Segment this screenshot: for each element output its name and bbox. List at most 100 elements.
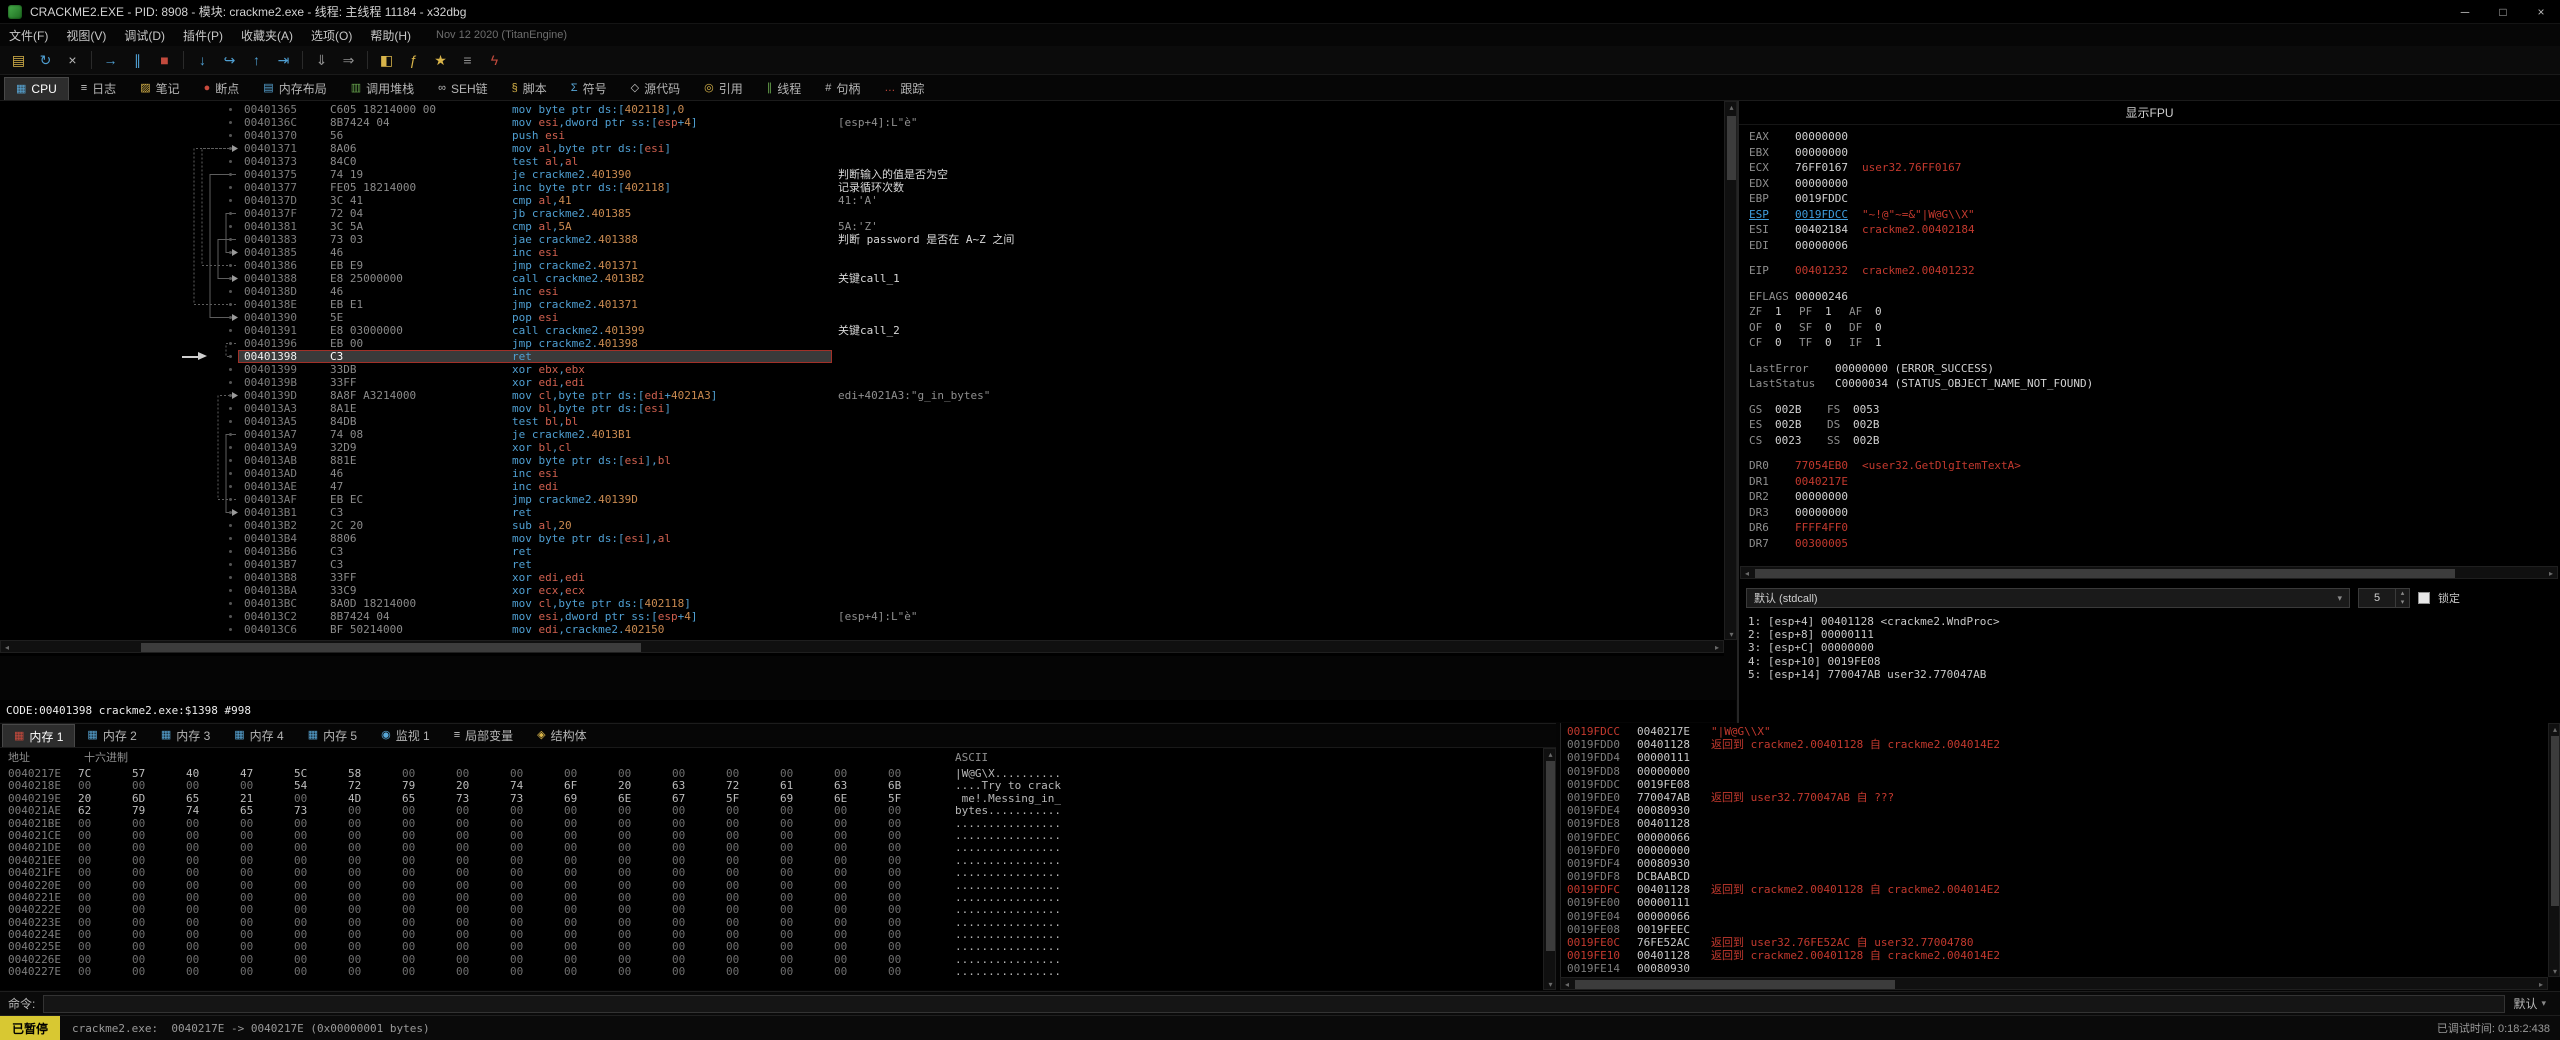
- register-row[interactable]: CF 0 TF 0 IF 1: [1749, 335, 2554, 351]
- disasm-row[interactable]: 00401370 56 push esi: [0, 129, 1724, 142]
- stack-row[interactable]: 0019FDD4 00000111: [1561, 751, 2548, 764]
- tab-memory-map[interactable]: ▤ 内存布局: [251, 77, 338, 100]
- disasm-row[interactable]: 004013C2 8B7424 04 mov esi,dword ptr ss:[e…: [0, 610, 1724, 623]
- disasm-row[interactable]: 00401365 C605 18214000 00 mov byte ptr ds:…: [0, 103, 1724, 116]
- register-row[interactable]: ECX 76FF0167 user32.76FF0167: [1749, 160, 2554, 176]
- pause-icon[interactable]: ∥: [125, 49, 150, 72]
- scrollbar-thumb[interactable]: [1575, 980, 1895, 989]
- disasm-row[interactable]: 0040139B 33FF xor edi,edi: [0, 376, 1724, 389]
- favourites-icon[interactable]: ★: [428, 49, 453, 72]
- stack-arg-row[interactable]: 5: [esp+14] 770047AB user32.770047AB: [1748, 668, 2554, 681]
- disasm-row[interactable]: 004013B8 33FF xor edi,edi: [0, 571, 1724, 584]
- tab-memory-2[interactable]: ▦ 内存 2: [75, 724, 148, 747]
- trace-into-icon[interactable]: ⇓: [309, 49, 334, 72]
- tab-handles[interactable]: # 句柄: [813, 77, 872, 100]
- calling-convention-select[interactable]: 默认 (stdcall) ▾: [1746, 588, 2350, 608]
- menu-item-3[interactable]: 插件(P): [174, 24, 232, 47]
- register-row[interactable]: DR1 0040217E: [1749, 474, 2554, 490]
- disasm-row[interactable]: 004013B6 C3 ret: [0, 545, 1724, 558]
- tab-cpu[interactable]: ▦ CPU: [4, 77, 69, 100]
- stack-row[interactable]: 0019FDF8 DCBAABCD: [1561, 870, 2548, 883]
- maximize-button[interactable]: □: [2484, 0, 2522, 23]
- dump-row[interactable]: 0040221E 00 00 00 00 00 00 00 00 00 00 00 00 00 00 00 00…: [0, 891, 1543, 904]
- register-row[interactable]: LastStatus C0000034 (STATUS_OBJECT_NAME_N…: [1749, 376, 2554, 392]
- disassembly-hscrollbar[interactable]: ◂ ▸: [0, 640, 1724, 653]
- dump-row[interactable]: 004021FE 00 00 00 00 00 00 00 00 00 00 00 00 00 00 00 00…: [0, 866, 1543, 879]
- disasm-row[interactable]: 004013B1 C3 ret: [0, 506, 1724, 519]
- register-row[interactable]: ZF 1 PF 1 AF 0: [1749, 304, 2554, 320]
- stack-row[interactable]: 0019FE08 0019FEEC: [1561, 923, 2548, 936]
- stack-row[interactable]: 0019FE0C 76FE52AC 返回到 user32.76FE52AC 自 us…: [1561, 936, 2548, 949]
- disasm-row[interactable]: 00401371 8A06 mov al,byte ptr ds:[esi]: [0, 142, 1724, 155]
- stack-vscrollbar[interactable]: ▴ ▾: [2548, 723, 2560, 977]
- stack-row[interactable]: 0019FE14 00080930: [1561, 962, 2548, 975]
- stack-row[interactable]: 0019FE10 00401128 返回到 crackme2.00401128 自 …: [1561, 949, 2548, 962]
- dump-row[interactable]: 004021CE 00 00 00 00 00 00 00 00 00 00 00 00 00 00 00 00…: [0, 829, 1543, 842]
- scrollbar-thumb[interactable]: [141, 643, 641, 652]
- tab-threads[interactable]: ∥ 线程: [755, 77, 814, 100]
- step-out-icon[interactable]: ↑: [244, 49, 269, 72]
- register-row[interactable]: DR3 00000000: [1749, 505, 2554, 521]
- register-row[interactable]: GS 002B FS 0053: [1749, 402, 2554, 418]
- lock-checkbox[interactable]: [2418, 592, 2430, 604]
- argument-count-stepper[interactable]: 5 ▴ ▾: [2358, 588, 2410, 608]
- register-row[interactable]: EIP 00401232 crackme2.00401232: [1749, 263, 2554, 279]
- stack-row[interactable]: 0019FDE8 00401128: [1561, 817, 2548, 830]
- step-over-icon[interactable]: ↪: [217, 49, 242, 72]
- tab-references[interactable]: ◎ 引用: [692, 77, 755, 100]
- disassembly-pane[interactable]: 00401365 C605 18214000 00 mov byte ptr ds:…: [0, 101, 1724, 656]
- stack-row[interactable]: 0019FDFC 00401128 返回到 crackme2.00401128 自 …: [1561, 883, 2548, 896]
- disasm-row[interactable]: 00401398 C3 ret: [0, 350, 1724, 363]
- dump-row[interactable]: 0040226E 00 00 00 00 00 00 00 00 00 00 00 00 00 00 00 00…: [0, 953, 1543, 966]
- stepper-up-icon[interactable]: ▴: [2401, 589, 2405, 598]
- disasm-row[interactable]: 004013A5 84DB test bl,bl: [0, 415, 1724, 428]
- menu-item-1[interactable]: 视图(V): [57, 24, 115, 47]
- scroll-down-icon[interactable]: ▾: [2549, 966, 2560, 976]
- disasm-row[interactable]: 00401375 74 19 je crackme2.401390 判断输入的值是否为…: [0, 168, 1724, 181]
- disasm-row[interactable]: 004013A7 74 08 je crackme2.4013B1: [0, 428, 1724, 441]
- disasm-row[interactable]: 0040137D 3C 41 cmp al,41 41:'A': [0, 194, 1724, 207]
- disasm-row[interactable]: 0040136C 8B7424 04 mov esi,dword ptr ss:[e…: [0, 116, 1724, 129]
- stack-hscrollbar[interactable]: ◂ ▸: [1560, 977, 2548, 990]
- dump-row[interactable]: 0040225E 00 00 00 00 00 00 00 00 00 00 00 00 00 00 00 00…: [0, 941, 1543, 954]
- disasm-row[interactable]: 0040138D 46 inc esi: [0, 285, 1724, 298]
- menu-item-2[interactable]: 调试(D): [115, 24, 174, 47]
- disasm-row[interactable]: 00401385 46 inc esi: [0, 246, 1724, 259]
- stack-row[interactable]: 0019FDF0 00000000: [1561, 844, 2548, 857]
- scroll-down-icon[interactable]: ▾: [1544, 979, 1557, 989]
- register-row[interactable]: ES 002B DS 002B: [1749, 417, 2554, 433]
- minimize-button[interactable]: ─: [2446, 0, 2484, 23]
- stack-row[interactable]: 0019FDEC 00000066: [1561, 831, 2548, 844]
- disasm-row[interactable]: 00401377 FE05 18214000 inc byte ptr ds:[40…: [0, 181, 1724, 194]
- scrollbar-thumb[interactable]: [1727, 116, 1736, 180]
- show-fpu-button[interactable]: 显示FPU: [1739, 101, 2560, 125]
- disasm-row[interactable]: 004013C6 BF 50214000 mov edi,crackme2.4021…: [0, 623, 1724, 636]
- tab-symbols[interactable]: Σ 符号: [559, 77, 619, 100]
- dump-pane[interactable]: 地址 十六进制 ASCII 0040217E 7C 57 40 47 5C 58 00 00 00…: [0, 748, 1543, 990]
- register-row[interactable]: DR2 00000000: [1749, 489, 2554, 505]
- scrollbar-thumb[interactable]: [1546, 761, 1555, 951]
- scroll-left-icon[interactable]: ◂: [1, 641, 13, 654]
- disasm-row[interactable]: 004013AB 881E mov byte ptr ds:[esi],bl: [0, 454, 1724, 467]
- register-row[interactable]: EDI 00000006: [1749, 238, 2554, 254]
- stack-arg-row[interactable]: 4: [esp+10] 0019FE08: [1748, 655, 2554, 668]
- tab-memory-3[interactable]: ▦ 内存 3: [149, 724, 222, 747]
- register-row[interactable]: EBP 0019FDDC: [1749, 191, 2554, 207]
- disasm-row[interactable]: 00401390 5E pop esi: [0, 311, 1724, 324]
- disasm-row[interactable]: 00401373 84C0 test al,al: [0, 155, 1724, 168]
- dump-row[interactable]: 004021BE 00 00 00 00 00 00 00 00 00 00 00 00 00 00 00 00…: [0, 817, 1543, 830]
- scroll-left-icon[interactable]: ◂: [1561, 978, 1573, 991]
- dump-row[interactable]: 004021AE 62 79 74 65 73 00 00 00 00 00 00 00 00 00 00 00…: [0, 804, 1543, 817]
- stack-row[interactable]: 0019FDDC 0019FE08: [1561, 778, 2548, 791]
- scroll-right-icon[interactable]: ▸: [1711, 641, 1723, 654]
- scrollbar-thumb[interactable]: [2551, 736, 2559, 906]
- disasm-row[interactable]: 00401381 3C 5A cmp al,5A 5A:'Z': [0, 220, 1724, 233]
- registers-hscrollbar[interactable]: ◂ ▸: [1740, 566, 2558, 579]
- disasm-row[interactable]: 004013B7 C3 ret: [0, 558, 1724, 571]
- dump-row[interactable]: 0040217E 7C 57 40 47 5C 58 00 00 00 00 00 00 00 00 00 00…: [0, 767, 1543, 780]
- register-row[interactable]: DR6 FFFF4FF0: [1749, 520, 2554, 536]
- stack-row[interactable]: 0019FDD8 00000000: [1561, 765, 2548, 778]
- dump-row[interactable]: 0040227E 00 00 00 00 00 00 00 00 00 00 00 00 00 00 00 00…: [0, 965, 1543, 978]
- tab-source[interactable]: ◇ 源代码: [619, 77, 692, 100]
- tab-breakpoints[interactable]: ● 断点: [192, 77, 252, 100]
